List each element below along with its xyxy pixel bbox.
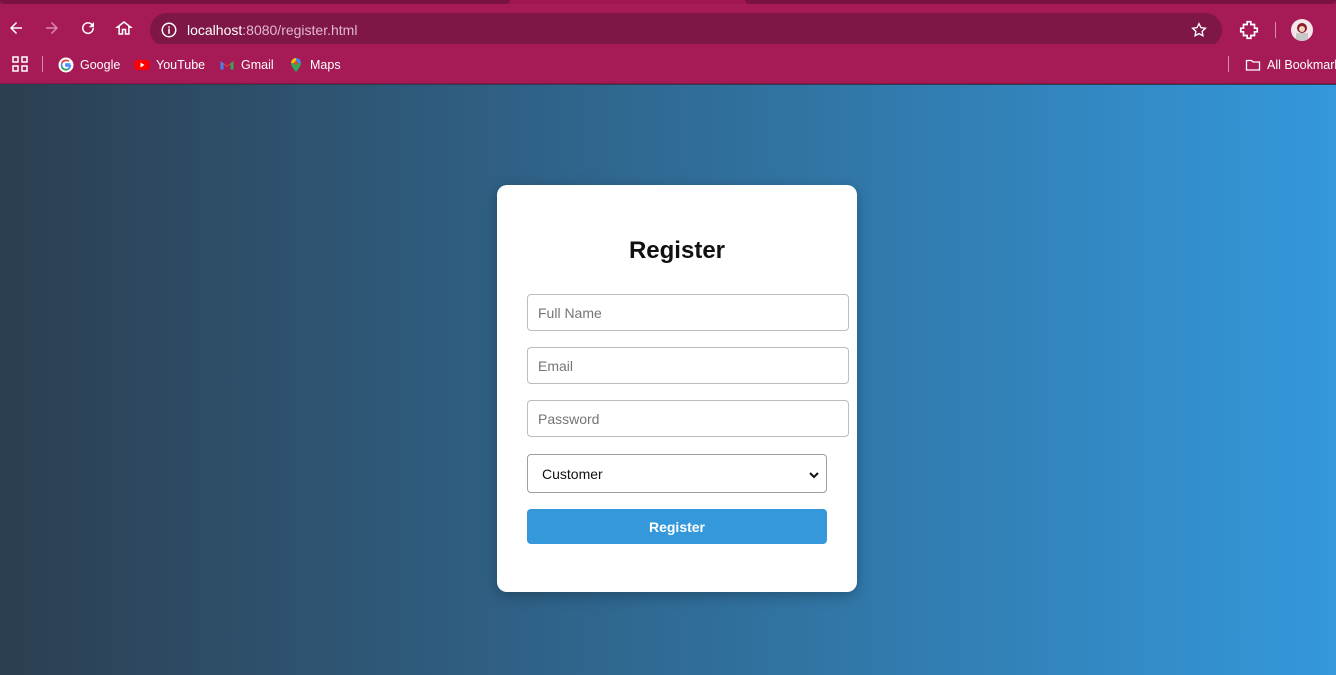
reload-icon[interactable]: [76, 16, 100, 40]
home-icon[interactable]: [112, 16, 136, 40]
all-bookmarks-label: All Bookmarks: [1267, 58, 1336, 72]
password-input[interactable]: [527, 400, 849, 437]
site-info-icon[interactable]: [160, 21, 178, 39]
bookmarks-divider-right: [1228, 56, 1229, 72]
bookmarks-divider: [42, 56, 43, 72]
chevron-down-icon: [809, 472, 819, 479]
bookmark-label: YouTube: [156, 58, 206, 72]
apps-grid-icon[interactable]: [12, 56, 28, 72]
register-card: Register Customer Register: [497, 185, 857, 592]
browser-toolbar: localhost:8080/register.html: [0, 4, 1336, 48]
back-icon[interactable]: [4, 16, 28, 40]
toolbar-divider: [1275, 22, 1276, 38]
role-selected-value: Customer: [542, 465, 603, 482]
all-bookmarks[interactable]: All Bookmarks: [1245, 56, 1336, 74]
bookmarks-bar: Google YouTube Gmail Maps All Bookmarks: [0, 44, 1336, 84]
bookmark-maps[interactable]: Maps: [288, 56, 341, 74]
google-icon: [58, 57, 74, 73]
url-text[interactable]: localhost:8080/register.html: [187, 22, 357, 38]
bookmark-label: Google: [80, 58, 121, 72]
address-bar[interactable]: localhost:8080/register.html: [150, 13, 1222, 47]
register-button[interactable]: Register: [527, 509, 827, 544]
folder-icon: [1245, 57, 1261, 73]
bookmark-youtube[interactable]: YouTube: [134, 56, 205, 74]
role-select[interactable]: Customer: [527, 454, 827, 493]
email-input[interactable]: [527, 347, 849, 384]
url-host: localhost: [187, 22, 243, 38]
bookmark-label: Maps: [310, 58, 341, 72]
bookmark-star-icon[interactable]: [1190, 21, 1208, 39]
maps-icon: [288, 57, 304, 73]
page-background: Register Customer Register: [0, 85, 1336, 675]
fullname-input[interactable]: [527, 294, 849, 331]
extensions-icon[interactable]: [1238, 19, 1260, 41]
bookmark-gmail[interactable]: Gmail: [219, 56, 274, 74]
profile-avatar[interactable]: [1291, 19, 1313, 41]
form-title: Register: [628, 237, 726, 264]
forward-icon[interactable]: [40, 16, 64, 40]
bookmark-google[interactable]: Google: [58, 56, 120, 74]
url-path: :8080/register.html: [242, 22, 358, 38]
gmail-icon: [219, 57, 235, 73]
youtube-icon: [134, 57, 150, 73]
bookmark-label: Gmail: [241, 58, 274, 72]
